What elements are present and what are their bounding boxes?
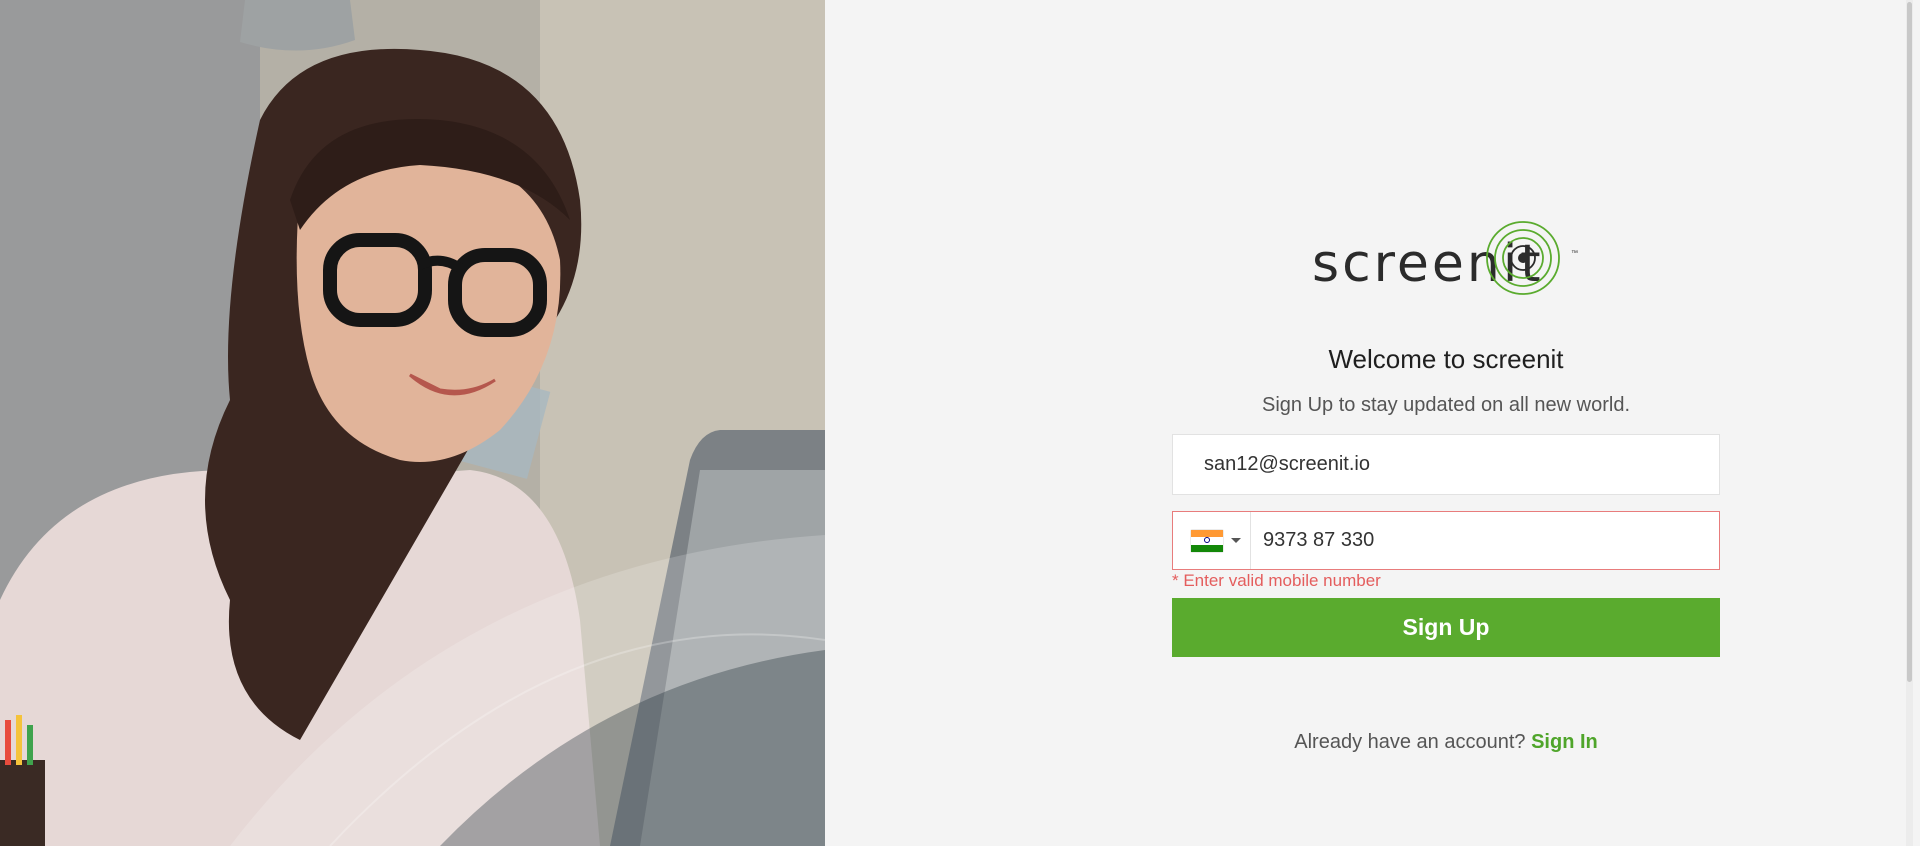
signup-subtitle: Sign Up to stay updated on all new world…	[1262, 394, 1630, 416]
welcome-title: Welcome to screenit	[1328, 344, 1564, 374]
scrollbar[interactable]	[1906, 0, 1913, 846]
phone-field-group	[1172, 511, 1720, 570]
signin-link[interactable]: Sign In	[1531, 731, 1598, 753]
email-field[interactable]	[1172, 434, 1720, 495]
phone-error-message: * Enter valid mobile number	[1172, 571, 1381, 590]
hero-photo	[0, 0, 825, 846]
caret-down-icon	[1231, 538, 1241, 543]
hero-illustration	[0, 0, 825, 846]
signal-rings-icon	[1486, 221, 1560, 295]
india-flag-icon	[1191, 530, 1223, 552]
already-account-text: Already have an account?	[1294, 731, 1532, 753]
scrollbar-thumb[interactable]	[1907, 2, 1912, 682]
mobile-number-field[interactable]	[1251, 512, 1717, 569]
signin-prompt: Already have an account? Sign In	[1172, 731, 1720, 754]
screenit-logo: screenit ™	[1312, 216, 1582, 296]
country-code-dropdown[interactable]	[1173, 512, 1251, 569]
trademark-symbol: ™	[1571, 250, 1578, 257]
signup-page: screenit ™ Welcome to screenit Sign Up t…	[0, 0, 1920, 846]
signup-button[interactable]: Sign Up	[1172, 598, 1720, 657]
signup-panel	[825, 0, 1913, 846]
